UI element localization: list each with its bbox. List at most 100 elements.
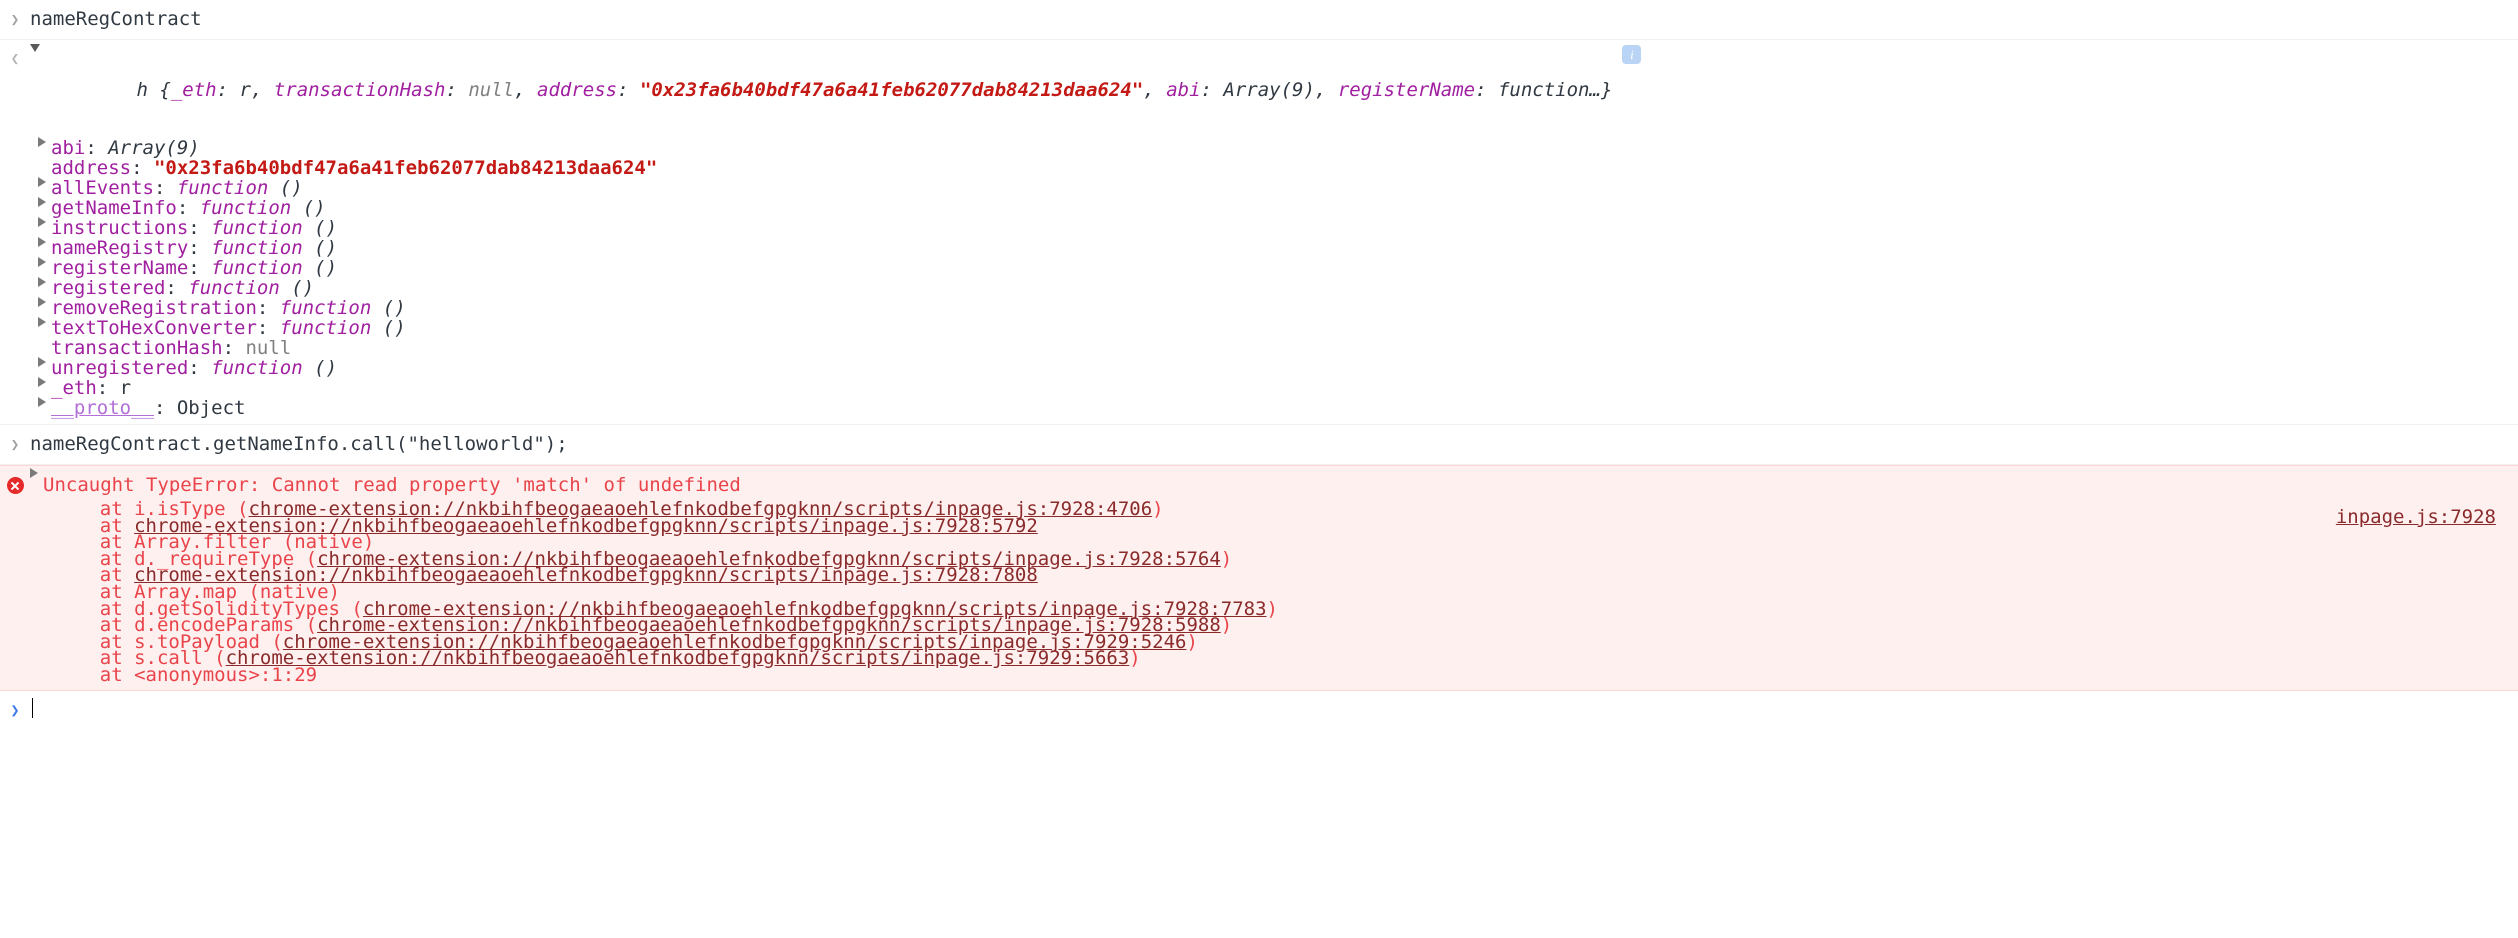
object-preview-header[interactable]: h {_eth: r, transactionHash: null, addre… — [0, 42, 2518, 138]
stack-frame-suffix: ) — [1266, 597, 1278, 620]
error-stack-trace: at i.isType (chrome-extension://nkbihfbe… — [0, 498, 2518, 686]
console-input-message: nameRegContract.getNameInfo.call("hellow… — [0, 425, 2518, 465]
console-error-message: Uncaught TypeError: Cannot read property… — [0, 465, 2518, 691]
property-separator: : — [256, 317, 280, 339]
property-value: null — [245, 337, 292, 359]
text-cursor — [32, 697, 33, 718]
property-value: Array(9) — [108, 137, 200, 159]
disclosure-triangle-icon[interactable] — [38, 397, 46, 407]
property-separator: : — [256, 297, 280, 319]
property-value: function () — [211, 357, 338, 379]
object-property-row[interactable]: textToHexConverter: function () — [0, 317, 2518, 339]
property-name: nameRegistry — [51, 237, 189, 259]
object-property-row[interactable]: instructions: function () — [0, 217, 2518, 239]
disclosure-triangle-icon[interactable] — [38, 197, 46, 207]
disclosure-triangle-icon[interactable] — [38, 257, 46, 267]
error-message-text: Uncaught TypeError: Cannot read property… — [43, 474, 741, 496]
object-property-row[interactable]: getNameInfo: function () — [0, 197, 2518, 219]
object-property-row[interactable]: registerName: function () — [0, 257, 2518, 279]
console-command-text: nameRegContract — [30, 8, 202, 30]
object-property-row[interactable]: _eth: r — [0, 377, 2518, 399]
console-active-prompt[interactable] — [0, 690, 2518, 726]
preview-key: address — [537, 79, 618, 101]
property-separator: : — [188, 257, 212, 279]
stack-frame-label: at <anonymous>:1:29 — [54, 663, 318, 686]
preview-value: "0x23fa6b40bdf47a6a41feb62077dab84213daa… — [639, 79, 1144, 101]
object-property-row[interactable]: registered: function () — [0, 277, 2518, 299]
object-property-row[interactable]: transactionHash: null — [0, 338, 2518, 358]
property-name: address — [51, 157, 132, 179]
disclosure-triangle-icon[interactable] — [38, 357, 46, 367]
property-separator: : — [131, 157, 154, 179]
object-property-row[interactable]: allEvents: function () — [0, 177, 2518, 199]
stack-trace-line: at chrome-extension://nkbihfbeogaeaoehle… — [54, 566, 2518, 585]
property-name: abi — [51, 137, 86, 159]
property-value: "0x23fa6b40bdf47a6a41feb62077dab84213daa… — [153, 157, 658, 179]
property-value: function () — [211, 217, 338, 239]
preview-value: null — [468, 79, 515, 101]
disclosure-triangle-icon[interactable] — [38, 277, 46, 287]
object-property-row[interactable]: unregistered: function () — [0, 357, 2518, 379]
stack-frame-suffix: ) — [1129, 647, 1141, 670]
object-property-row[interactable]: nameRegistry: function () — [0, 237, 2518, 259]
property-name: __proto__ — [51, 397, 154, 419]
object-property-row[interactable]: __proto__: Object — [0, 397, 2518, 419]
error-circle-icon — [0, 469, 30, 501]
property-name: allEvents — [51, 177, 154, 199]
chevron-left-icon — [0, 42, 30, 75]
console-result-message: h {_eth: r, transactionHash: null, addre… — [0, 40, 2518, 425]
property-value: function () — [279, 317, 406, 339]
object-property-row[interactable]: abi: Array(9) — [0, 137, 2518, 159]
property-name: instructions — [51, 217, 189, 239]
error-source-link[interactable]: inpage.js:7928 — [2336, 506, 2496, 528]
object-property-row[interactable]: removeRegistration: function () — [0, 297, 2518, 319]
property-separator: : — [176, 197, 200, 219]
stack-frame-link[interactable]: chrome-extension://nkbihfbeogaeaoehlefnk… — [226, 647, 1130, 669]
property-name: unregistered — [51, 357, 189, 379]
stack-frame-suffix: ) — [1186, 630, 1198, 653]
property-separator: : — [153, 177, 177, 199]
property-separator: : — [188, 357, 212, 379]
property-value: function () — [199, 197, 326, 219]
disclosure-triangle-icon[interactable] — [38, 237, 46, 247]
disclosure-triangle-icon[interactable] — [38, 137, 46, 147]
property-separator: : — [85, 137, 109, 159]
disclosure-triangle-icon[interactable] — [38, 217, 46, 227]
preview-value: r — [239, 79, 251, 101]
chevron-right-icon — [0, 428, 30, 461]
property-value: function () — [211, 237, 338, 259]
chevron-right-icon — [0, 3, 30, 36]
console-input-message: nameRegContract — [0, 0, 2518, 40]
property-separator: : — [188, 217, 212, 239]
property-separator: : — [165, 277, 189, 299]
object-property-list: abi: Array(9) address: "0x23fa6b40bdf47a6… — [0, 137, 2518, 420]
stack-trace-line: at <anonymous>:1:29 — [54, 663, 2518, 686]
info-badge-icon[interactable]: i — [1622, 45, 1642, 64]
console-command-text: nameRegContract.getNameInfo.call("hellow… — [30, 433, 568, 455]
disclosure-triangle-icon[interactable] — [38, 317, 46, 327]
stack-trace-line: at s.call (chrome-extension://nkbihfbeog… — [54, 647, 2518, 670]
disclosure-triangle-open-icon[interactable] — [30, 44, 40, 52]
property-name: _eth — [51, 377, 97, 399]
property-value: function () — [176, 177, 303, 199]
disclosure-triangle-icon[interactable] — [30, 468, 38, 478]
preview-key: registerName — [1337, 79, 1476, 101]
property-name: transactionHash — [51, 337, 223, 359]
stack-trace-line: at chrome-extension://nkbihfbeogaeaoehle… — [54, 516, 2518, 535]
disclosure-triangle-icon[interactable] — [38, 297, 46, 307]
object-constructor-name: h — [136, 79, 148, 101]
property-name: textToHexConverter — [51, 317, 257, 339]
chevron-right-icon — [0, 694, 30, 726]
stack-frame-suffix: ) — [1152, 498, 1164, 520]
property-name: removeRegistration — [51, 297, 257, 319]
disclosure-triangle-icon[interactable] — [38, 177, 46, 187]
stack-frame-suffix: ) — [1220, 547, 1233, 570]
property-value: Object — [176, 397, 246, 419]
property-name: getNameInfo — [51, 197, 177, 219]
property-value: r — [119, 377, 132, 399]
property-value: function () — [279, 297, 406, 319]
object-property-row[interactable]: address: "0x23fa6b40bdf47a6a41feb62077da… — [0, 158, 2518, 178]
preview-value: function… — [1497, 79, 1601, 101]
disclosure-triangle-icon[interactable] — [38, 377, 46, 387]
property-name: registerName — [51, 257, 189, 279]
